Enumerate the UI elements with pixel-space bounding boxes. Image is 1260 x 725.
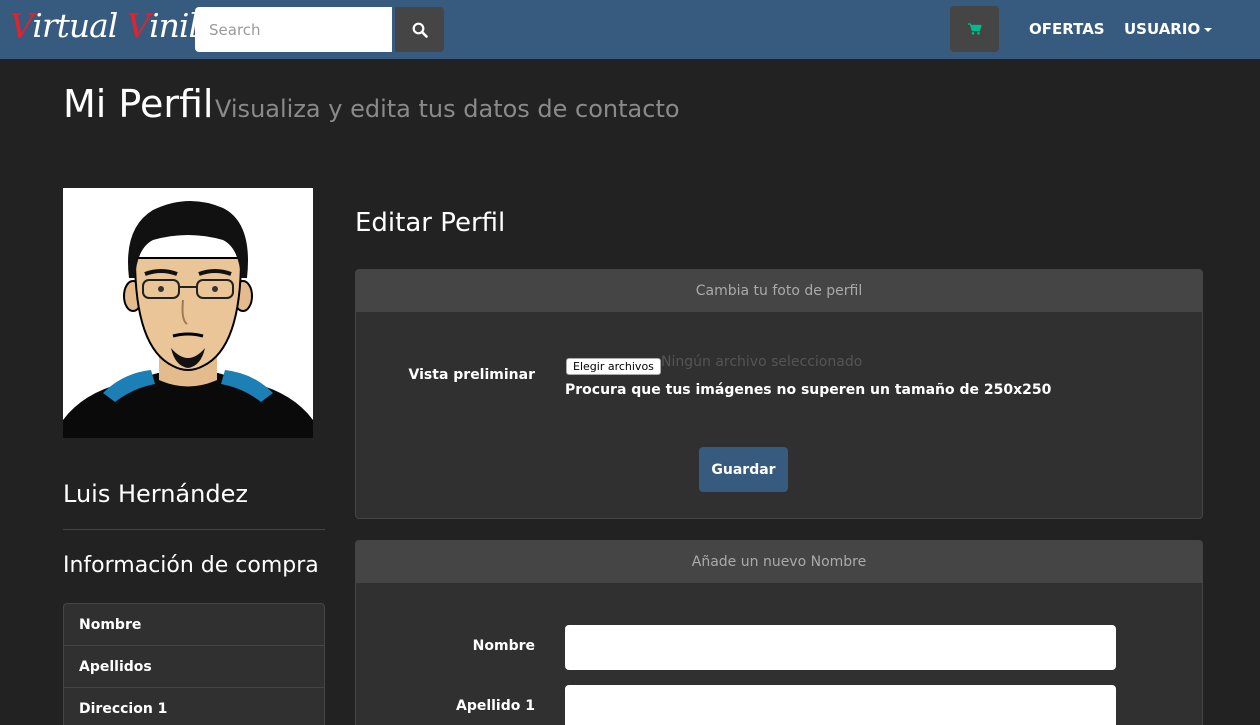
choose-file-button[interactable]: Elegir archivos xyxy=(566,358,661,375)
nav-user-dropdown[interactable]: USUARIO xyxy=(1124,20,1213,38)
nav-offers-link[interactable]: OFERTAS xyxy=(1029,20,1105,38)
image-size-help: Procura que tus imágenes no superen un t… xyxy=(565,382,1052,398)
last-name-1-input[interactable] xyxy=(565,685,1116,725)
user-name: Luis Hernández xyxy=(63,480,248,508)
avatar xyxy=(63,188,313,438)
caret-down-icon xyxy=(1204,27,1213,32)
search-button[interactable] xyxy=(395,7,444,52)
search-input[interactable] xyxy=(195,7,392,52)
preview-label: Vista preliminar xyxy=(408,367,535,383)
name-panel: Añade un nuevo Nombre Nombre Apellido 1 xyxy=(355,540,1203,725)
first-name-label: Nombre xyxy=(472,638,535,654)
list-item[interactable]: Apellidos xyxy=(63,645,325,687)
photo-panel: Cambia tu foto de perfil Vista prelimina… xyxy=(355,269,1203,519)
brand-initial-2: V xyxy=(126,6,150,45)
list-item[interactable]: Nombre xyxy=(63,603,325,645)
nav-user-label: USUARIO xyxy=(1124,20,1201,38)
brand-logo[interactable]: Virtual Vinilo xyxy=(10,6,218,45)
list-item[interactable]: Direccion 1 xyxy=(63,687,325,725)
edit-profile-title: Editar Perfil xyxy=(355,208,506,238)
cart-button[interactable] xyxy=(950,6,999,52)
page-title: Mi Perfil xyxy=(63,82,214,126)
navbar: Virtual Vinilo OFERTAS USUARIO xyxy=(0,0,1260,59)
name-panel-heading: Añade un nuevo Nombre xyxy=(356,541,1202,583)
shopping-cart-icon xyxy=(967,23,982,35)
last-name-1-label: Apellido 1 xyxy=(455,698,535,714)
first-name-input[interactable] xyxy=(565,625,1116,670)
divider xyxy=(63,529,325,530)
search-icon xyxy=(412,22,428,38)
page-subtitle: Visualiza y edita tus datos de contacto xyxy=(215,95,680,123)
avatar-illustration xyxy=(63,188,313,438)
brand-word-1: irtual xyxy=(32,6,127,45)
photo-panel-heading: Cambia tu foto de perfil xyxy=(356,270,1202,312)
purchase-info-list: Nombre Apellidos Direccion 1 xyxy=(63,603,325,725)
purchase-info-title: Información de compra xyxy=(63,553,319,578)
file-status: Ningún archivo seleccionado xyxy=(661,354,863,370)
brand-initial-1: V xyxy=(10,6,33,45)
save-button[interactable]: Guardar xyxy=(699,447,788,492)
